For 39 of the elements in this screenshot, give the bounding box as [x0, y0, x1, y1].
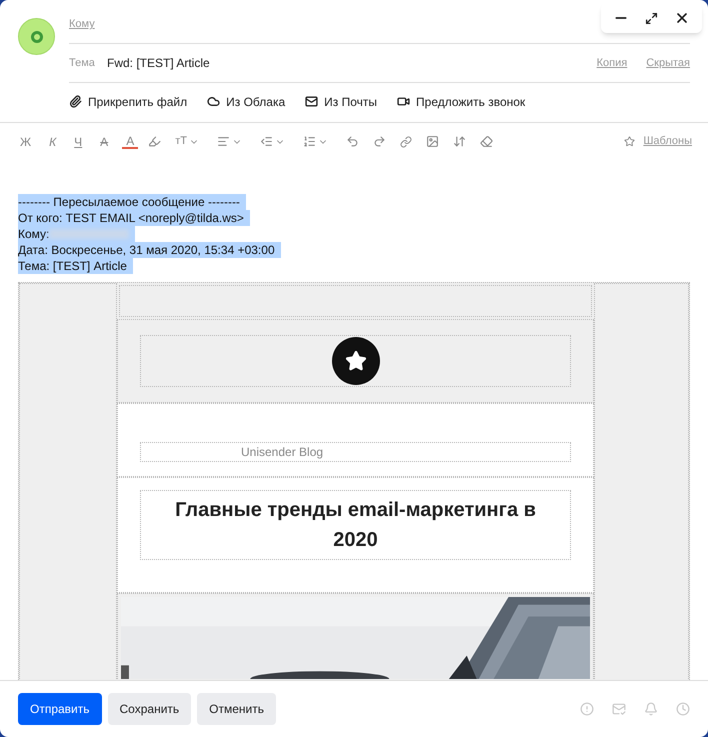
- indent-icon[interactable]: [260, 135, 273, 148]
- article-headline: Главные тренды email-маркетинга в 2020: [174, 498, 537, 553]
- forwarded-header-line: Кому:: [18, 226, 50, 242]
- close-icon[interactable]: [674, 10, 690, 26]
- paperclip-icon: [69, 95, 82, 108]
- subject-field[interactable]: Fwd: [TEST] Article: [107, 54, 597, 72]
- cc-link[interactable]: Копия: [596, 54, 628, 72]
- avatar: [18, 18, 55, 55]
- attach-action[interactable]: Предложить звонок: [416, 92, 526, 110]
- format-button[interactable]: Ч: [70, 132, 86, 150]
- link-icon[interactable]: [400, 136, 412, 148]
- action-button[interactable]: Отменить: [197, 693, 276, 725]
- templates-link[interactable]: Шаблоны: [643, 133, 692, 150]
- logo-icon: [332, 337, 380, 385]
- cloud-icon: [207, 95, 220, 108]
- eraser-icon[interactable]: [480, 135, 493, 148]
- attach-action[interactable]: Из Облака: [226, 92, 286, 110]
- envelope-icon: [305, 95, 318, 108]
- video-camera-icon: [397, 95, 410, 108]
- font-size-button[interactable]: тТ: [175, 133, 187, 150]
- highlighter-icon[interactable]: [148, 135, 162, 148]
- format-button[interactable]: Ж: [16, 132, 36, 150]
- attach-action[interactable]: Из Почты: [324, 92, 378, 110]
- align-icon[interactable]: [216, 135, 230, 148]
- action-button[interactable]: Сохранить: [108, 693, 192, 725]
- blog-name: Unisender Blog: [241, 444, 324, 461]
- subject-label: Тема: [69, 56, 96, 71]
- undo-icon[interactable]: [346, 135, 359, 148]
- recipient-link[interactable]: Кому: [69, 16, 95, 33]
- image-icon[interactable]: [426, 135, 439, 148]
- list-icon[interactable]: [302, 135, 316, 148]
- format-button[interactable]: А: [122, 134, 138, 148]
- expand-icon[interactable]: [645, 12, 658, 24]
- format-button[interactable]: А: [96, 132, 112, 150]
- format-button[interactable]: К: [45, 132, 60, 150]
- attach-action[interactable]: Прикрепить файл: [88, 92, 188, 110]
- bcc-link[interactable]: Скрытая: [646, 54, 690, 72]
- redo-icon[interactable]: [372, 135, 386, 148]
- send-button[interactable]: Отправить: [18, 693, 102, 725]
